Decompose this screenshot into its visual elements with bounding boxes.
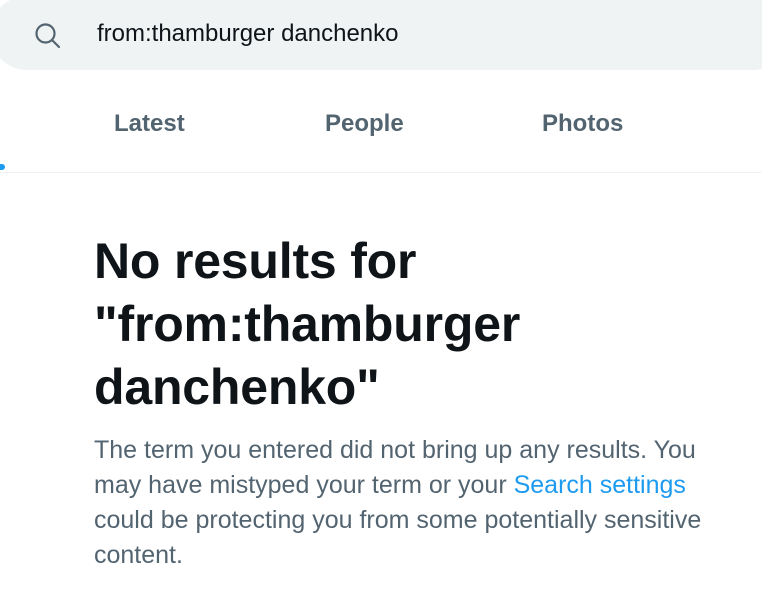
search-results-page: Latest People Photos No results for "fro… (0, 0, 762, 613)
search-settings-link[interactable]: Search settings (514, 471, 686, 499)
empty-state-message-text: could be protecting you from some potent… (94, 506, 702, 569)
empty-state: No results for "from:thamburger danchenk… (94, 230, 714, 573)
search-tabs: Latest People Photos (0, 70, 762, 173)
empty-state-message: The term you entered did not bring up an… (94, 433, 714, 573)
tab-photos[interactable]: Photos (542, 110, 623, 138)
empty-state-title-line: No results for (94, 233, 417, 289)
tab-people[interactable]: People (325, 110, 404, 138)
search-icon (33, 21, 63, 51)
search-input[interactable] (97, 14, 697, 54)
empty-state-title-line: danchenko" (94, 359, 380, 415)
tab-scroll-indicator (0, 164, 5, 170)
tab-latest[interactable]: Latest (114, 110, 185, 138)
empty-state-title-line: "from:thamburger (94, 296, 521, 352)
empty-state-title: No results for "from:thamburger danchenk… (94, 230, 714, 419)
